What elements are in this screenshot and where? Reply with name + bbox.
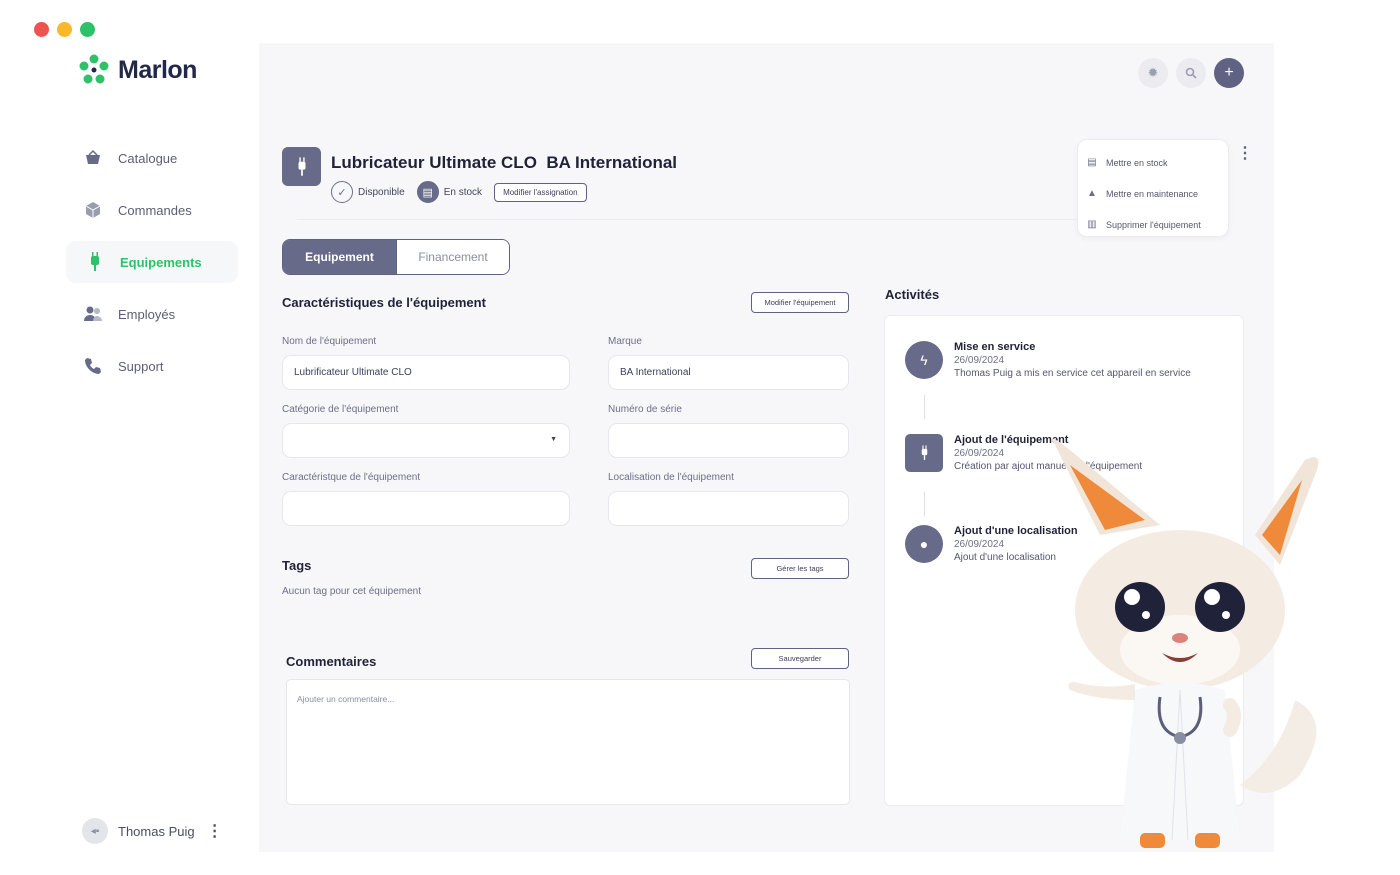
stock-icon: ▤ — [416, 181, 439, 203]
sidebar-item-equipements[interactable]: Equipements — [66, 241, 238, 283]
activities-title: Activités — [885, 287, 940, 302]
tab-financement[interactable]: Financement — [396, 240, 509, 274]
plug-icon — [84, 251, 106, 273]
user-name: Thomas Puig — [118, 823, 195, 839]
location-pin-icon: ● — [905, 525, 943, 563]
tags-empty-text: Aucun tag pour cet équipement — [282, 586, 421, 597]
bolt-icon: ϟ — [905, 341, 943, 379]
name-field[interactable]: Lubrificateur Ultimate CLO — [282, 355, 570, 390]
close-dot[interactable] — [34, 22, 49, 37]
status-available: ✓ Disponible — [331, 181, 405, 203]
search-icon[interactable] — [1176, 58, 1206, 88]
check-icon: ✓ — [331, 181, 353, 203]
name-label: Nom de l'équipement — [282, 336, 377, 347]
trash-icon: ▥ — [1087, 219, 1097, 230]
menu-item-maintenance[interactable]: ▲ Mettre en maintenance — [1086, 178, 1220, 209]
comment-textarea[interactable]: Ajouter un commentaire... — [286, 679, 850, 805]
category-select[interactable]: ▼ — [282, 423, 570, 458]
feature-label: Caractéristque de l'équipement — [282, 472, 421, 483]
sidebar-item-label: Equipements — [120, 254, 202, 270]
user-menu[interactable]: ◂▪ Thomas Puig ⋮ — [82, 818, 223, 844]
menu-item-stock[interactable]: ▤ Mettre en stock — [1086, 147, 1220, 178]
people-icon — [82, 303, 104, 325]
minimize-dot[interactable] — [57, 22, 72, 37]
basket-icon — [82, 147, 104, 169]
add-icon[interactable]: + — [1214, 58, 1244, 88]
status-stock: ▤ En stock — [416, 181, 482, 203]
warning-icon: ▲ — [1087, 188, 1097, 199]
top-actions: ✹ + — [1138, 58, 1244, 88]
brand-field[interactable]: BA International — [608, 355, 849, 390]
stock-icon: ▤ — [1087, 157, 1097, 168]
save-button[interactable]: Sauvegarder — [751, 648, 849, 669]
page-title: Lubricateur Ultimate CLO BA Internationa… — [331, 153, 678, 172]
timeline-line — [924, 395, 925, 419]
tags-title: Tags — [282, 558, 312, 573]
serial-label: Numéro de série — [608, 404, 682, 415]
app-logo[interactable]: Marlon — [78, 54, 197, 86]
sidebar-item-label: Employés — [118, 306, 176, 322]
app-name: Marlon — [118, 55, 197, 84]
window-controls — [34, 22, 95, 37]
chevron-down-icon: ▼ — [550, 436, 557, 443]
location-label: Localisation de l'équipement — [608, 472, 734, 483]
plug-icon — [282, 147, 321, 186]
more-vertical-icon[interactable]: ⋮ — [1237, 143, 1253, 163]
avatar: ◂▪ — [82, 818, 108, 844]
phone-icon — [82, 355, 104, 377]
actions-menu: ▤ Mettre en stock ▲ Mettre en maintenanc… — [1077, 139, 1229, 237]
feature-field[interactable] — [282, 491, 570, 526]
sidebar-item-support[interactable]: Support — [66, 345, 238, 387]
location-field[interactable] — [608, 491, 849, 526]
tab-equipement[interactable]: Equipement — [283, 240, 396, 274]
tab-bar: Equipement Financement — [282, 239, 510, 275]
category-label: Catégorie de l'équipement — [282, 404, 399, 415]
timeline-line — [924, 492, 925, 516]
more-vertical-icon[interactable]: ⋮ — [207, 821, 223, 841]
box-icon — [82, 199, 104, 221]
characteristics-title: Caractéristiques de l'équipement — [282, 295, 486, 310]
fox-doctor-mascot — [1052, 438, 1319, 848]
plug-icon — [905, 434, 943, 472]
settings-icon[interactable]: ✹ — [1138, 58, 1168, 88]
marlon-logo-icon — [79, 54, 109, 84]
modify-equipment-button[interactable]: Modifier l'équipement — [751, 292, 849, 313]
activity-item: ϟ Mise en service 26/09/2024 Thomas Puig… — [905, 341, 1191, 379]
sidebar-item-catalogue[interactable]: Catalogue — [66, 137, 238, 179]
manage-tags-button[interactable]: Gérer les tags — [751, 558, 849, 579]
sidebar-item-label: Commandes — [118, 202, 192, 218]
menu-item-delete[interactable]: ▥ Supprimer l'équipement — [1086, 209, 1220, 240]
comments-title: Commentaires — [286, 654, 377, 669]
sidebar-item-commandes[interactable]: Commandes — [66, 189, 238, 231]
sidebar-item-employes[interactable]: Employés — [66, 293, 238, 335]
sidebar-item-label: Support — [118, 358, 164, 374]
divider — [297, 219, 1087, 220]
sidebar-nav: Catalogue Commandes Equipements Employés… — [66, 137, 238, 397]
serial-field[interactable] — [608, 423, 849, 458]
maximize-dot[interactable] — [80, 22, 95, 37]
brand-label: Marque — [608, 336, 642, 347]
modify-assignment-button[interactable]: Modifier l'assignation — [494, 182, 587, 202]
sidebar-item-label: Catalogue — [118, 150, 178, 166]
equipment-header: Lubricateur Ultimate CLO BA Internationa… — [282, 147, 677, 203]
